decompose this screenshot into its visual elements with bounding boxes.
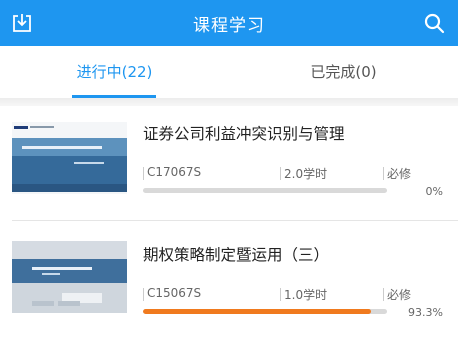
tab-bar: 进行中(22) 已完成(0): [0, 46, 458, 98]
search-icon[interactable]: [422, 11, 446, 35]
course-item[interactable]: 证券公司利益冲突识别与管理 C17067S 2.0学时 必修 0%: [0, 106, 458, 220]
course-thumbnail: [12, 122, 127, 194]
progress-bar: [143, 309, 387, 314]
course-item[interactable]: 期权策略制定暨运用（三） C15067S 1.0学时 必修 93.3%: [0, 221, 458, 338]
page-title: 课程学习: [193, 16, 265, 36]
course-title: 证券公司利益冲突识别与管理: [143, 125, 345, 143]
course-meta: C15067S 1.0学时 必修: [143, 286, 443, 304]
section-gap: [0, 98, 458, 106]
course-meta: C17067S 2.0学时 必修: [143, 165, 443, 183]
progress-percent: 0%: [425, 185, 443, 198]
course-type: 必修: [387, 167, 412, 181]
course-hours: 2.0学时: [284, 167, 328, 181]
app-header: 课程学习: [0, 0, 458, 46]
meta-divider: [280, 288, 281, 301]
progress-percent: 93.3%: [408, 306, 443, 319]
course-hours: 1.0学时: [284, 288, 328, 302]
tab-in-progress[interactable]: 进行中(22): [0, 46, 229, 98]
meta-divider: [383, 167, 384, 180]
meta-divider: [280, 167, 281, 180]
course-type: 必修: [387, 288, 412, 302]
tab-completed[interactable]: 已完成(0): [229, 46, 458, 98]
progress-bar: [143, 188, 387, 193]
progress-fill: [143, 309, 371, 314]
meta-divider: [143, 288, 144, 301]
course-title: 期权策略制定暨运用（三）: [143, 246, 330, 264]
course-code: C15067S: [147, 286, 202, 300]
meta-divider: [143, 167, 144, 180]
course-code: C17067S: [147, 165, 202, 179]
meta-divider: [383, 288, 384, 301]
course-thumbnail: [12, 241, 127, 313]
